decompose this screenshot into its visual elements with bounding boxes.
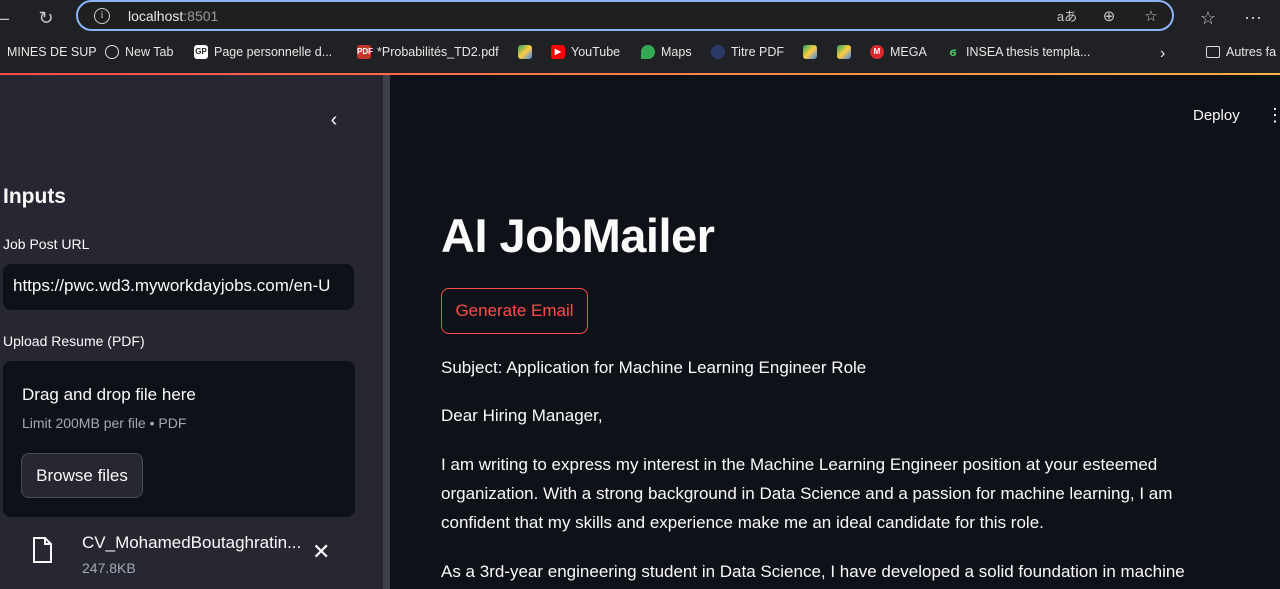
address-row: – ↻ i localhost:8501 aあ ⊕ ☆ ☆ ⋯ <box>0 0 1280 36</box>
job-url-input[interactable]: https://pwc.wd3.myworkdayjobs.com/en-U <box>3 264 354 310</box>
bookmark-item[interactable] <box>518 45 532 59</box>
bookmark-item[interactable]: Titre PDF <box>711 45 784 59</box>
url-text[interactable]: localhost:8501 <box>128 8 218 24</box>
folder-icon <box>1206 46 1220 58</box>
drive-icon <box>518 45 532 59</box>
bookmark-item[interactable]: ▶ YouTube <box>551 45 620 59</box>
youtube-icon: ▶ <box>551 45 565 59</box>
mega-icon: M <box>870 45 884 59</box>
browse-files-button[interactable]: Browse files <box>21 453 143 498</box>
bookmark-item[interactable]: PDF *Probabilités_TD2.pdf <box>357 45 499 59</box>
email-paragraph: As a 3rd-year engineering student in Dat… <box>441 562 1185 581</box>
dropzone-limit: Limit 200MB per file • PDF <box>22 415 187 431</box>
drive-icon <box>803 45 817 59</box>
reload-icon[interactable]: ↻ <box>34 6 58 30</box>
email-greeting: Dear Hiring Manager, <box>441 406 603 425</box>
sidebar: ‹ Inputs Job Post URL https://pwc.wd3.my… <box>0 75 383 589</box>
browser-chrome: – ↻ i localhost:8501 aあ ⊕ ☆ ☆ ⋯ MINES DE… <box>0 0 1280 75</box>
page-icon: GP <box>194 45 208 59</box>
upload-label: Upload Resume (PDF) <box>3 333 145 349</box>
favorites-icon[interactable]: ☆ <box>1196 6 1220 30</box>
address-bar[interactable]: i localhost:8501 aあ ⊕ ☆ <box>76 0 1174 31</box>
drive-icon <box>837 45 851 59</box>
remove-file-icon[interactable]: ✕ <box>312 541 330 563</box>
bookmark-item[interactable]: New Tab <box>105 45 173 59</box>
bookmark-item[interactable]: MINES DE SUP <box>7 45 97 59</box>
pdf-icon: PDF <box>357 45 373 59</box>
translate-icon[interactable]: aあ <box>1056 6 1078 28</box>
collapse-sidebar-icon[interactable]: ‹ <box>322 108 346 132</box>
zoom-icon[interactable]: ⊕ <box>1098 6 1120 28</box>
bookmark-folder[interactable]: Autres fa <box>1206 45 1276 59</box>
email-subject: Subject: Application for Machine Learnin… <box>441 358 867 377</box>
bookmarks-bar: MINES DE SUP New Tab GP Page personnelle … <box>0 40 1280 68</box>
bookmark-item[interactable]: Maps <box>641 45 692 59</box>
bookmark-item[interactable] <box>837 45 851 59</box>
bookmark-item[interactable] <box>803 45 817 59</box>
favorite-star-icon[interactable]: ☆ <box>1140 6 1162 28</box>
file-dropzone[interactable]: Drag and drop file here Limit 200MB per … <box>3 361 355 517</box>
globe-icon <box>105 45 119 59</box>
email-paragraph: I am writing to express my interest in t… <box>441 455 1173 532</box>
title-pdf-icon <box>711 45 725 59</box>
deploy-button[interactable]: Deploy <box>1193 107 1240 124</box>
main-menu-icon[interactable]: ⋮ <box>1266 106 1280 124</box>
overleaf-icon: ϭ <box>949 45 957 59</box>
generate-email-button[interactable]: Generate Email <box>441 288 588 334</box>
sidebar-resize-handle[interactable] <box>383 75 390 589</box>
dropzone-title: Drag and drop file here <box>22 385 196 404</box>
job-url-label: Job Post URL <box>3 236 90 252</box>
chevron-right-icon[interactable]: › <box>1160 45 1165 63</box>
sidebar-heading: Inputs <box>3 185 66 208</box>
maps-icon <box>641 45 655 59</box>
bookmark-item[interactable]: ϭ INSEA thesis templa... <box>946 45 1091 59</box>
bookmark-item[interactable]: GP Page personnelle d... <box>194 45 332 59</box>
bookmark-item[interactable]: M MEGA <box>870 45 927 59</box>
back-icon[interactable]: – <box>0 6 16 30</box>
uploaded-file-name: CV_MohamedBoutaghratin... <box>82 533 302 552</box>
info-icon[interactable]: i <box>94 8 110 24</box>
file-icon <box>33 537 52 563</box>
more-menu-icon[interactable]: ⋯ <box>1241 6 1265 30</box>
uploaded-file-size: 247.8KB <box>82 560 136 576</box>
page-title: AI JobMailer <box>441 209 715 262</box>
